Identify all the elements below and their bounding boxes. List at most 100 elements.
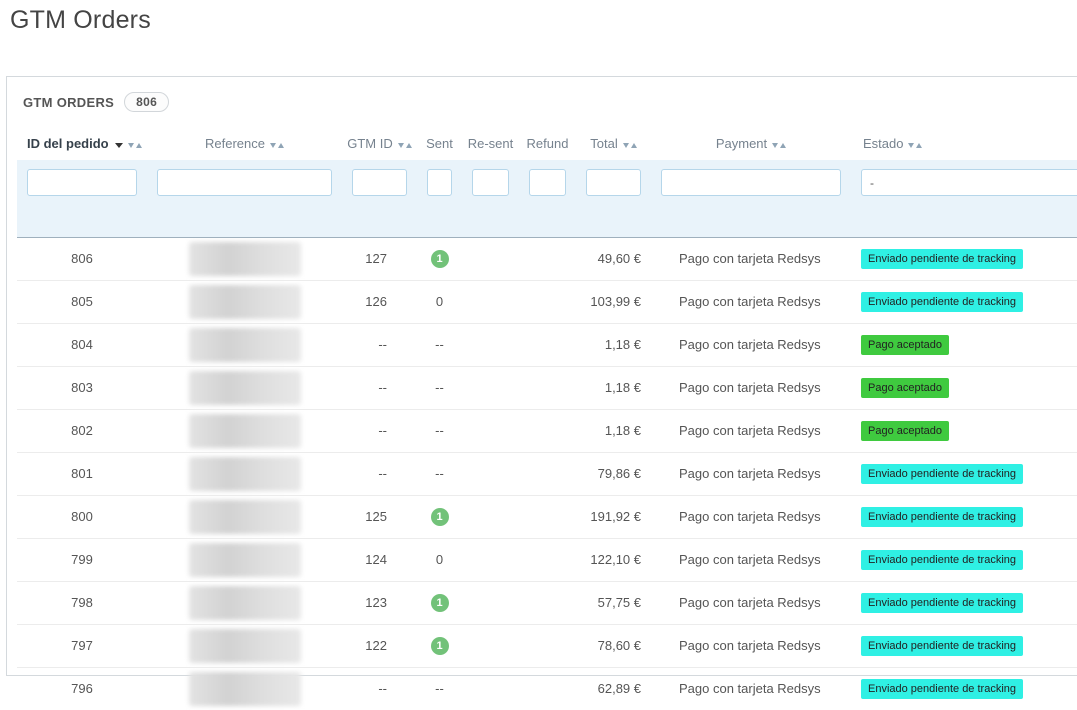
cell-estado: Enviado pendiente de tracking — [851, 624, 1077, 667]
status-badge: Pago aceptado — [861, 421, 949, 441]
cell-estado: Enviado pendiente de tracking — [851, 538, 1077, 581]
sort-asc-icon[interactable] — [278, 143, 284, 148]
table-row[interactable]: 798 123 1 57,75 € Pago con tarjeta Redsy… — [17, 581, 1077, 624]
status-badge: Enviado pendiente de tracking — [861, 679, 1023, 699]
sort-toggle-icons[interactable] — [128, 143, 142, 148]
sort-asc-icon[interactable] — [916, 143, 922, 148]
filter-sent-input[interactable] — [427, 169, 452, 196]
sort-desc-icon[interactable] — [772, 143, 778, 148]
column-header-order-id[interactable]: ID del pedido — [17, 124, 147, 160]
cell-order-id: 805 — [17, 280, 147, 323]
column-label: Re-sent — [468, 136, 514, 151]
cell-gtm-id: -- — [342, 323, 417, 366]
sort-desc-icon[interactable] — [270, 143, 276, 148]
cell-sent: 0 — [417, 538, 462, 581]
orders-count-badge: 806 — [124, 92, 169, 112]
table-row[interactable]: 797 122 1 78,60 € Pago con tarjeta Redsy… — [17, 624, 1077, 667]
column-header-gtm-id[interactable]: GTM ID — [342, 124, 417, 160]
redacted-reference — [189, 629, 301, 663]
status-badge: Enviado pendiente de tracking — [861, 636, 1023, 656]
cell-sent: -- — [417, 366, 462, 409]
column-header-estado[interactable]: Estado — [851, 124, 1077, 160]
sort-asc-icon[interactable] — [631, 143, 637, 148]
sent-count-badge: 1 — [431, 250, 449, 268]
cell-reference — [147, 581, 342, 624]
cell-resent — [462, 366, 519, 409]
table-row[interactable]: 802 -- -- 1,18 € Pago con tarjeta Redsys… — [17, 409, 1077, 452]
cell-gtm-id: 123 — [342, 581, 417, 624]
cell-total: 62,89 € — [576, 667, 651, 710]
table-row[interactable]: 801 -- -- 79,86 € Pago con tarjeta Redsy… — [17, 452, 1077, 495]
status-badge: Pago aceptado — [861, 378, 949, 398]
cell-refund — [519, 538, 576, 581]
cell-reference — [147, 624, 342, 667]
sort-toggle-icons[interactable] — [398, 143, 412, 148]
cell-payment: Pago con tarjeta Redsys — [651, 366, 851, 409]
column-label: Total — [590, 136, 617, 151]
cell-gtm-id: 122 — [342, 624, 417, 667]
cell-order-id: 806 — [17, 237, 147, 280]
cell-total: 1,18 € — [576, 366, 651, 409]
cell-gtm-id: 126 — [342, 280, 417, 323]
cell-payment: Pago con tarjeta Redsys — [651, 624, 851, 667]
cell-total: 1,18 € — [576, 409, 651, 452]
filter-payment-input[interactable] — [661, 169, 841, 196]
column-header-payment[interactable]: Payment — [651, 124, 851, 160]
redacted-reference — [189, 586, 301, 620]
cell-sent: -- — [417, 667, 462, 710]
cell-total: 78,60 € — [576, 624, 651, 667]
cell-reference — [147, 237, 342, 280]
cell-reference — [147, 452, 342, 495]
sort-desc-icon[interactable] — [908, 143, 914, 148]
column-header-reference[interactable]: Reference — [147, 124, 342, 160]
column-header-refund: Refund — [519, 124, 576, 160]
filter-total-input[interactable] — [586, 169, 641, 196]
table-row[interactable]: 805 126 0 103,99 € Pago con tarjeta Reds… — [17, 280, 1077, 323]
table-row[interactable]: 796 -- -- 62,89 € Pago con tarjeta Redsy… — [17, 667, 1077, 710]
redacted-reference — [189, 285, 301, 319]
table-row[interactable]: 806 127 1 49,60 € Pago con tarjeta Redsy… — [17, 237, 1077, 280]
page-title: GTM Orders — [10, 6, 1077, 35]
filter-gtm-id-input[interactable] — [352, 169, 407, 196]
sort-asc-icon[interactable] — [406, 143, 412, 148]
sent-count-badge: 1 — [431, 594, 449, 612]
cell-reference — [147, 495, 342, 538]
redacted-reference — [189, 457, 301, 491]
cell-total: 191,92 € — [576, 495, 651, 538]
sort-desc-icon[interactable] — [398, 143, 404, 148]
cell-resent — [462, 667, 519, 710]
sort-asc-icon[interactable] — [780, 143, 786, 148]
column-header-total[interactable]: Total — [576, 124, 651, 160]
cell-order-id: 804 — [17, 323, 147, 366]
filter-reference-input[interactable] — [157, 169, 332, 196]
filter-resent-input[interactable] — [472, 169, 509, 196]
sort-desc-icon[interactable] — [128, 143, 134, 148]
cell-refund — [519, 495, 576, 538]
table-row[interactable]: 803 -- -- 1,18 € Pago con tarjeta Redsys… — [17, 366, 1077, 409]
table-row[interactable]: 804 -- -- 1,18 € Pago con tarjeta Redsys… — [17, 323, 1077, 366]
filter-order-id-input[interactable] — [27, 169, 137, 196]
column-label: Refund — [527, 136, 569, 151]
sort-toggle-icons[interactable] — [623, 143, 637, 148]
cell-gtm-id: 124 — [342, 538, 417, 581]
status-badge: Enviado pendiente de tracking — [861, 507, 1023, 527]
cell-payment: Pago con tarjeta Redsys — [651, 323, 851, 366]
filter-estado-select[interactable]: - — [861, 169, 1077, 196]
redacted-reference — [189, 371, 301, 405]
sort-toggle-icons[interactable] — [772, 143, 786, 148]
sort-toggle-icons[interactable] — [908, 143, 922, 148]
cell-gtm-id: 125 — [342, 495, 417, 538]
sort-desc-icon[interactable] — [623, 143, 629, 148]
cell-estado: Enviado pendiente de tracking — [851, 495, 1077, 538]
cell-refund — [519, 366, 576, 409]
cell-sent: -- — [417, 409, 462, 452]
sort-toggle-icons[interactable] — [270, 143, 284, 148]
filter-refund-input[interactable] — [529, 169, 566, 196]
cell-total: 57,75 € — [576, 581, 651, 624]
sort-asc-icon[interactable] — [136, 143, 142, 148]
cell-sent: -- — [417, 452, 462, 495]
table-row[interactable]: 800 125 1 191,92 € Pago con tarjeta Reds… — [17, 495, 1077, 538]
table-row[interactable]: 799 124 0 122,10 € Pago con tarjeta Reds… — [17, 538, 1077, 581]
cell-resent — [462, 624, 519, 667]
cell-reference — [147, 667, 342, 710]
